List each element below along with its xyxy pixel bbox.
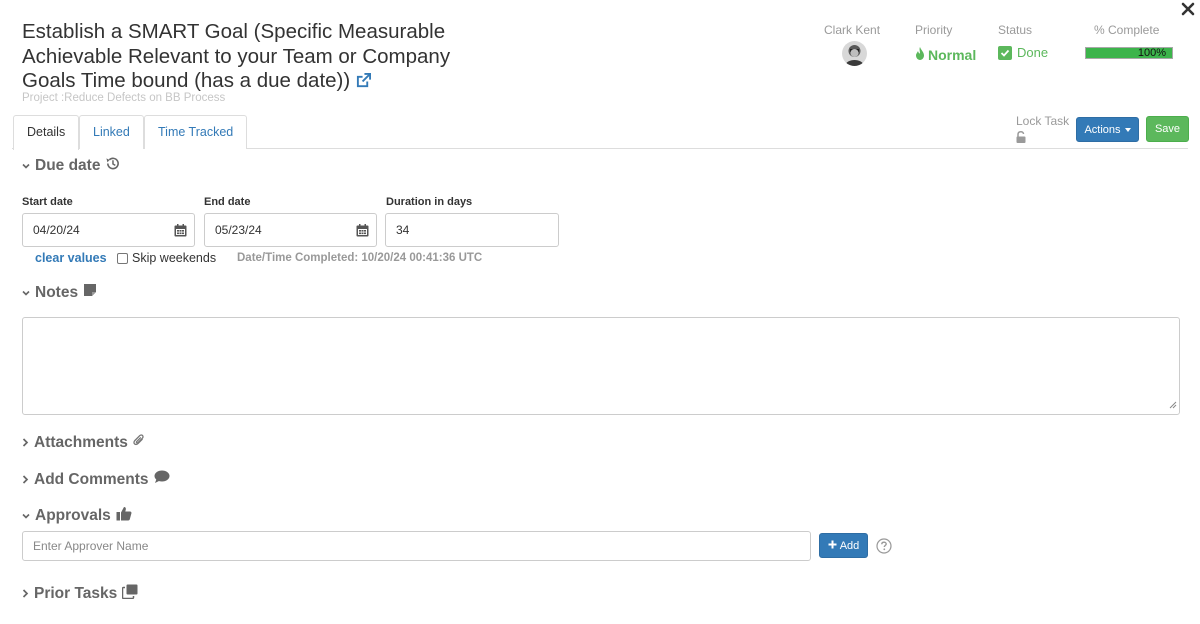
due-date-heading: Due date <box>35 157 101 174</box>
approver-name-input[interactable]: Enter Approver Name <box>22 531 811 561</box>
date-completed-text: Date/Time Completed: 10/20/24 00:41:36 U… <box>237 252 483 264</box>
comments-heading: Add Comments <box>34 470 149 488</box>
add-label: Add <box>839 539 860 552</box>
project-name: Project :Reduce Defects on BB Process <box>22 92 226 104</box>
unlock-icon[interactable] <box>1015 131 1027 146</box>
add-approver-button[interactable]: Add <box>819 533 868 558</box>
chevron-right-icon <box>22 434 29 452</box>
resize-handle-icon[interactable] <box>1169 398 1177 412</box>
save-button[interactable]: Save <box>1146 116 1189 142</box>
chevron-down-icon <box>22 157 30 175</box>
flame-icon <box>915 47 925 63</box>
status-label: Status <box>998 23 1033 37</box>
status-text: Done <box>1017 45 1049 60</box>
priority-label: Priority <box>915 23 953 37</box>
start-date-label: Start date <box>22 196 73 208</box>
section-notes[interactable]: Notes <box>22 283 97 302</box>
checkbox-checked-icon <box>998 45 1012 60</box>
paperclip-icon <box>133 434 145 452</box>
end-date-value: 05/23/24 <box>215 223 262 237</box>
prior-tasks-heading: Prior Tasks <box>34 585 118 602</box>
notes-textarea[interactable] <box>22 317 1180 415</box>
help-icon[interactable] <box>876 538 892 557</box>
calendar-icon[interactable] <box>174 224 187 240</box>
actions-button[interactable]: Actions <box>1076 117 1139 142</box>
approvals-heading: Approvals <box>35 507 111 524</box>
calendar-icon[interactable] <box>356 224 369 240</box>
skip-weekends-label: Skip weekends <box>132 251 217 265</box>
task-title: Establish a SMART Goal (Specific Measura… <box>22 20 492 95</box>
end-date-input[interactable]: 05/23/24 <box>204 213 377 247</box>
duration-value: 34 <box>396 223 410 237</box>
clone-icon <box>122 584 138 604</box>
status-value[interactable]: Done <box>998 45 1048 60</box>
actions-label: Actions <box>1084 123 1121 136</box>
tab-details[interactable]: Details <box>13 115 80 150</box>
avatar[interactable] <box>842 41 867 66</box>
close-icon[interactable] <box>1180 1 1196 17</box>
approver-placeholder: Enter Approver Name <box>33 539 149 553</box>
section-comments[interactable]: Add Comments <box>22 470 170 489</box>
section-prior-tasks[interactable]: Prior Tasks <box>22 584 138 604</box>
section-approvals[interactable]: Approvals <box>22 506 132 526</box>
plus-icon <box>828 540 837 552</box>
chevron-right-icon <box>22 471 29 489</box>
history-icon <box>105 156 120 176</box>
progress-bar[interactable]: 100% <box>1085 47 1173 59</box>
notes-heading: Notes <box>35 283 79 301</box>
priority-value[interactable]: Normal <box>915 47 976 63</box>
comment-icon <box>154 470 170 489</box>
clear-values-link[interactable]: clear values <box>35 251 107 265</box>
section-attachments[interactable]: Attachments <box>22 434 145 452</box>
thumbs-up-icon <box>116 506 132 526</box>
task-title-text: Establish a SMART Goal (Specific Measura… <box>22 20 451 92</box>
caret-down-icon <box>1124 127 1131 132</box>
tab-linked[interactable]: Linked <box>79 115 144 149</box>
skip-weekends-checkbox[interactable] <box>117 252 128 264</box>
chevron-down-icon <box>22 284 30 302</box>
skip-weekends: Skip weekends <box>117 251 216 265</box>
duration-label: Duration in days <box>386 196 473 208</box>
priority-text: Normal <box>928 47 977 63</box>
start-date-value: 04/20/24 <box>33 223 80 237</box>
complete-label: % Complete <box>1094 23 1160 37</box>
owner-label: Clark Kent <box>824 23 881 37</box>
sticky-note-icon <box>83 283 97 302</box>
tab-time-tracked[interactable]: Time Tracked <box>144 115 248 149</box>
attachments-heading: Attachments <box>34 434 128 451</box>
start-date-input[interactable]: 04/20/24 <box>22 213 195 247</box>
chevron-right-icon <box>22 585 29 603</box>
chevron-down-icon <box>22 507 30 525</box>
external-link-icon[interactable] <box>356 70 372 95</box>
end-date-label: End date <box>204 196 251 208</box>
progress-text: 100% <box>1137 47 1166 59</box>
lock-task-label: Lock Task <box>1016 114 1070 128</box>
section-due-date[interactable]: Due date <box>22 156 120 176</box>
duration-input[interactable]: 34 <box>385 213 559 247</box>
